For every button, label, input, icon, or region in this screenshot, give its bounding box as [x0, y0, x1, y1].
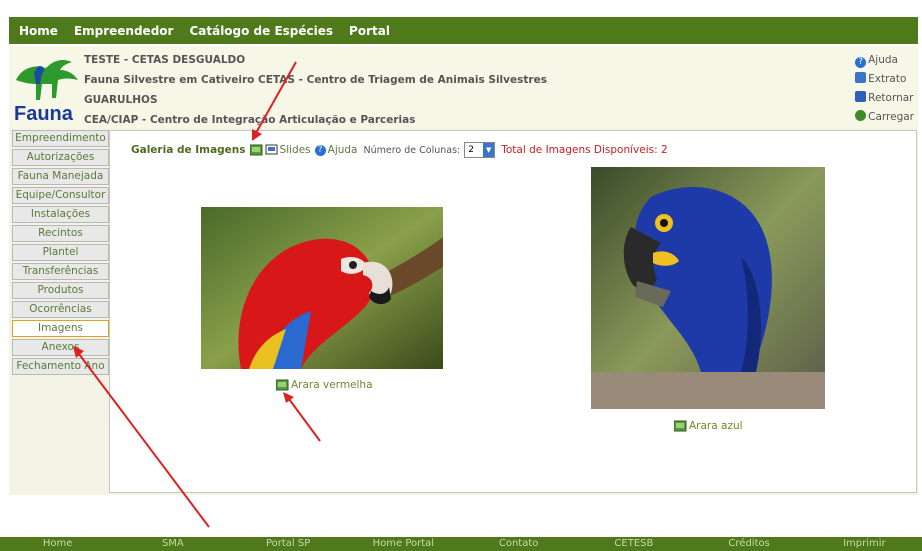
image-arara-vermelha[interactable]: [201, 207, 443, 369]
image-icon: [673, 420, 687, 432]
sidebar-item-ocorrencias[interactable]: Ocorrências: [12, 301, 109, 318]
sidebar-item-produtos[interactable]: Produtos: [12, 282, 109, 299]
nav-catalogo[interactable]: Catálogo de Espécies: [189, 24, 333, 38]
fauna-logo: Fauna: [12, 50, 86, 126]
sidebar-item-instalacoes[interactable]: Instalações: [12, 206, 109, 223]
nav-empreendedor[interactable]: Empreendedor: [74, 24, 174, 38]
content-area: Empreendimento Autorizações Fauna Maneja…: [9, 128, 918, 495]
footer-link-home-portal[interactable]: Home Portal: [346, 537, 461, 551]
document-icon: [855, 72, 867, 83]
sidebar-item-transferencias[interactable]: Transferências: [12, 263, 109, 280]
sidebar-item-plantel[interactable]: Plantel: [12, 244, 109, 261]
image-icon: [275, 379, 289, 391]
footer-link-cetesb[interactable]: CETESB: [576, 537, 691, 551]
caption-arara-azul[interactable]: Arara azul: [673, 420, 743, 432]
load-icon: [855, 110, 867, 121]
top-nav-bar: Home Empreendedor Catálogo de Espécies P…: [9, 17, 918, 44]
slides-link[interactable]: Slides: [280, 144, 311, 156]
help-link[interactable]: ? Ajuda: [855, 52, 914, 71]
header-line-1: TESTE - CETAS DESGUALDO: [84, 54, 246, 66]
sidebar-item-empreendimento[interactable]: Empreendimento: [12, 130, 109, 147]
image-arara-azul[interactable]: [591, 167, 825, 409]
sidebar-item-autorizacoes[interactable]: Autorizações: [12, 149, 109, 166]
sidebar-item-recintos[interactable]: Recintos: [12, 225, 109, 242]
sidebar-item-imagens[interactable]: Imagens: [12, 320, 109, 337]
columns-label: Número de Colunas:: [363, 144, 461, 156]
retornar-link[interactable]: Retornar: [855, 90, 914, 109]
caption-arara-vermelha[interactable]: Arara vermelha: [275, 379, 373, 391]
svg-text:Fauna: Fauna: [14, 103, 74, 125]
gallery-title: Galeria de Imagens: [131, 144, 246, 156]
header-line-3: GUARULHOS: [84, 94, 158, 106]
add-image-icon[interactable]: [249, 144, 263, 156]
nav-home[interactable]: Home: [19, 24, 58, 38]
nav-portal[interactable]: Portal: [349, 24, 390, 38]
help-link[interactable]: Ajuda: [328, 144, 358, 156]
header-line-2: Fauna Silvestre em Cativeiro CETAS - Cen…: [84, 74, 547, 86]
total-images: Total de Imagens Disponíveis: 2: [501, 144, 668, 156]
gallery-panel: Galeria de Imagens Slides ? Ajuda Número…: [109, 130, 917, 493]
sidebar-item-anexos[interactable]: Anexos: [12, 339, 109, 356]
header-actions: ? Ajuda Extrato Retornar Carregar: [855, 52, 914, 128]
carregar-link[interactable]: Carregar: [855, 109, 914, 128]
columns-select[interactable]: 2 ▼: [464, 142, 496, 158]
gallery-toolbar: Galeria de Imagens Slides ? Ajuda Número…: [131, 142, 668, 158]
sidebar-item-fauna-manejada[interactable]: Fauna Manejada: [12, 168, 109, 185]
footer-link-creditos[interactable]: Créditos: [692, 537, 807, 551]
footer-link-home[interactable]: Home: [0, 537, 115, 551]
header-info: TESTE - CETAS DESGUALDO Fauna Silvestre …: [84, 52, 547, 132]
help-icon: ?: [855, 57, 867, 68]
return-icon: [855, 91, 867, 102]
slides-icon[interactable]: [265, 144, 278, 156]
footer-nav: Home SMA Portal SP Home Portal Contato C…: [0, 537, 922, 551]
footer-link-imprimir[interactable]: Imprimir: [807, 537, 922, 551]
footer-link-sma[interactable]: SMA: [115, 537, 230, 551]
sidebar-item-equipe-consultor[interactable]: Equipe/Consultor: [12, 187, 109, 204]
footer-link-portal-sp[interactable]: Portal SP: [231, 537, 346, 551]
extrato-link[interactable]: Extrato: [855, 71, 914, 90]
help-icon[interactable]: ?: [314, 144, 326, 156]
sidebar-item-fechamento-ano[interactable]: Fechamento Ano: [12, 358, 109, 375]
header: Fauna TESTE - CETAS DESGUALDO Fauna Silv…: [9, 46, 918, 128]
footer-link-contato[interactable]: Contato: [461, 537, 576, 551]
sidebar: Empreendimento Autorizações Fauna Maneja…: [12, 130, 109, 377]
chevron-down-icon: ▼: [483, 143, 495, 157]
